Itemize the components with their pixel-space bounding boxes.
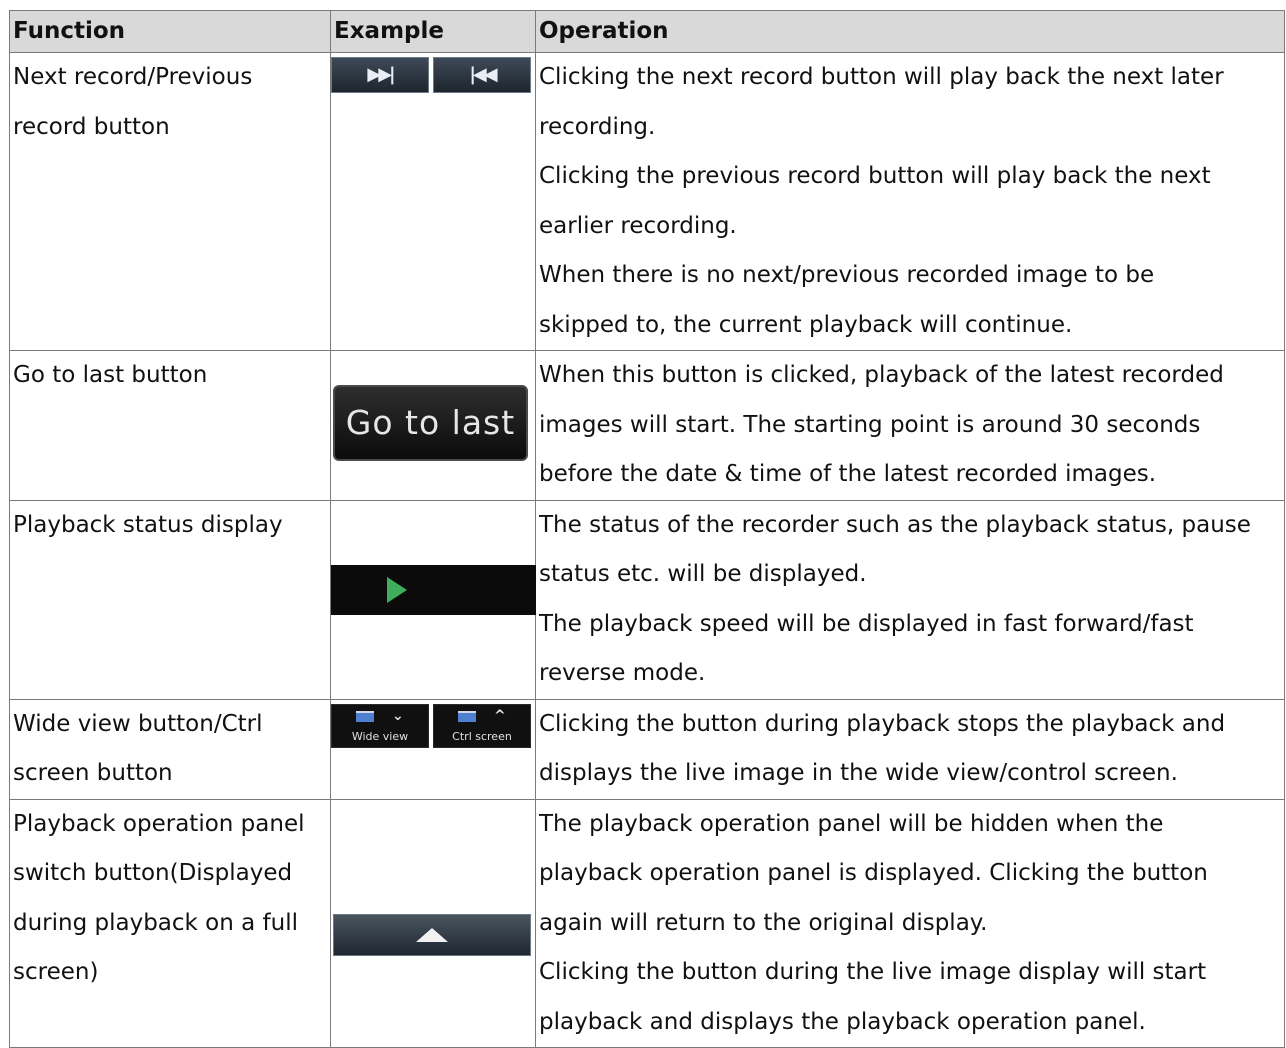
table-row: Playback status display The status of th…	[9, 499, 1285, 700]
function-cell: Next record/Previous record button	[9, 52, 331, 351]
chevron-up-icon: ^	[494, 707, 506, 724]
function-line: screen)	[13, 959, 99, 985]
screen-icon	[356, 710, 374, 722]
function-line: screen button	[13, 760, 173, 786]
operation-cell: The playback operation panel will be hid…	[535, 798, 1285, 1048]
operation-cell: Clicking the button during playback stop…	[535, 698, 1285, 800]
function-line: during playback on a full	[13, 909, 298, 936]
playback-status-display	[331, 564, 536, 615]
function-line: Playback status display	[13, 511, 283, 538]
screen-icon	[458, 710, 476, 722]
previous-record-icon: |◀◀	[469, 64, 497, 86]
operation-line: again will return to the original displa…	[539, 909, 988, 936]
operation-cell: Clicking the next record button will pla…	[535, 52, 1285, 351]
function-cell: Playback operation panel switch button(D…	[9, 798, 331, 1048]
header-operation: Operation	[535, 10, 1285, 53]
table-header-row: Function Example Operation	[9, 10, 1285, 53]
function-cell: Playback status display	[9, 499, 331, 700]
function-table: Function Example Operation Next record/P…	[9, 10, 1285, 1048]
view-button-pair: ⌄ Wide view ^ Ctrl screen	[331, 703, 531, 748]
example-cell	[330, 499, 536, 700]
example-cell	[330, 798, 536, 1048]
function-line: Wide view button/Ctrl	[13, 710, 263, 737]
operation-line: When there is no next/previous recorded …	[539, 262, 1155, 288]
wide-view-label: Wide view	[351, 729, 409, 743]
operation-line: playback and displays the playback opera…	[539, 1008, 1146, 1035]
next-record-button[interactable]: ▶▶|	[331, 57, 429, 93]
operation-line: The playback speed will be displayed in …	[539, 610, 1194, 637]
operation-line: When this button is clicked, playback of…	[539, 362, 1224, 388]
function-line: switch button(Displayed	[13, 860, 293, 886]
play-icon	[387, 576, 407, 603]
operation-line: Clicking the next record button will pla…	[539, 64, 1224, 90]
table-row: Go to last button Go to last When this b…	[9, 350, 1285, 501]
operation-line: playback operation panel is displayed. C…	[539, 860, 1208, 886]
panel-switch-button[interactable]	[333, 913, 531, 956]
table-row: Next record/Previous record button ▶▶| |…	[9, 52, 1285, 351]
operation-line: reverse mode.	[539, 660, 706, 686]
function-line: Playback operation panel	[13, 810, 305, 837]
ctrl-screen-button[interactable]: ^ Ctrl screen	[433, 703, 531, 748]
wide-view-button[interactable]: ⌄ Wide view	[331, 703, 429, 748]
next-record-icon: ▶▶|	[367, 64, 395, 86]
previous-record-button[interactable]: |◀◀	[433, 57, 531, 93]
record-button-pair: ▶▶| |◀◀	[331, 57, 531, 93]
example-cell: ▶▶| |◀◀	[330, 52, 536, 351]
example-cell: Go to last	[330, 350, 536, 501]
operation-line: before the date & time of the latest rec…	[539, 461, 1157, 487]
header-function: Function	[9, 10, 331, 53]
function-line: Go to last button	[13, 362, 208, 388]
operation-line: Clicking the button during playback stop…	[539, 710, 1226, 737]
operation-line: Clicking the previous record button will…	[539, 163, 1211, 189]
table-row: Wide view button/Ctrl screen button ⌄ Wi…	[9, 698, 1285, 800]
function-cell: Wide view button/Ctrl screen button	[9, 698, 331, 800]
table-row: Playback operation panel switch button(D…	[9, 798, 1285, 1048]
function-line: record button	[13, 113, 170, 140]
ctrl-screen-label: Ctrl screen	[452, 729, 512, 743]
operation-line: displays the live image in the wide view…	[539, 760, 1178, 786]
operation-line: The playback operation panel will be hid…	[539, 810, 1164, 837]
operation-line: images will start. The starting point is…	[539, 411, 1201, 438]
example-cell: ⌄ Wide view ^ Ctrl screen	[330, 698, 536, 800]
function-cell: Go to last button	[9, 350, 331, 501]
operation-cell: When this button is clicked, playback of…	[535, 350, 1285, 501]
header-example: Example	[330, 10, 536, 53]
operation-line: Clicking the button during the live imag…	[539, 959, 1207, 985]
operation-line: The status of the recorder such as the p…	[539, 511, 1251, 538]
go-to-last-button[interactable]: Go to last	[333, 385, 528, 461]
function-line: Next record/Previous	[13, 64, 253, 90]
chevron-up-icon	[416, 927, 448, 942]
operation-line: skipped to, the current playback will co…	[539, 311, 1073, 338]
operation-line: recording.	[539, 113, 656, 140]
operation-cell: The status of the recorder such as the p…	[535, 499, 1285, 700]
operation-line: status etc. will be displayed.	[539, 561, 867, 587]
operation-line: earlier recording.	[539, 212, 737, 239]
chevron-down-icon: ⌄	[392, 707, 404, 724]
